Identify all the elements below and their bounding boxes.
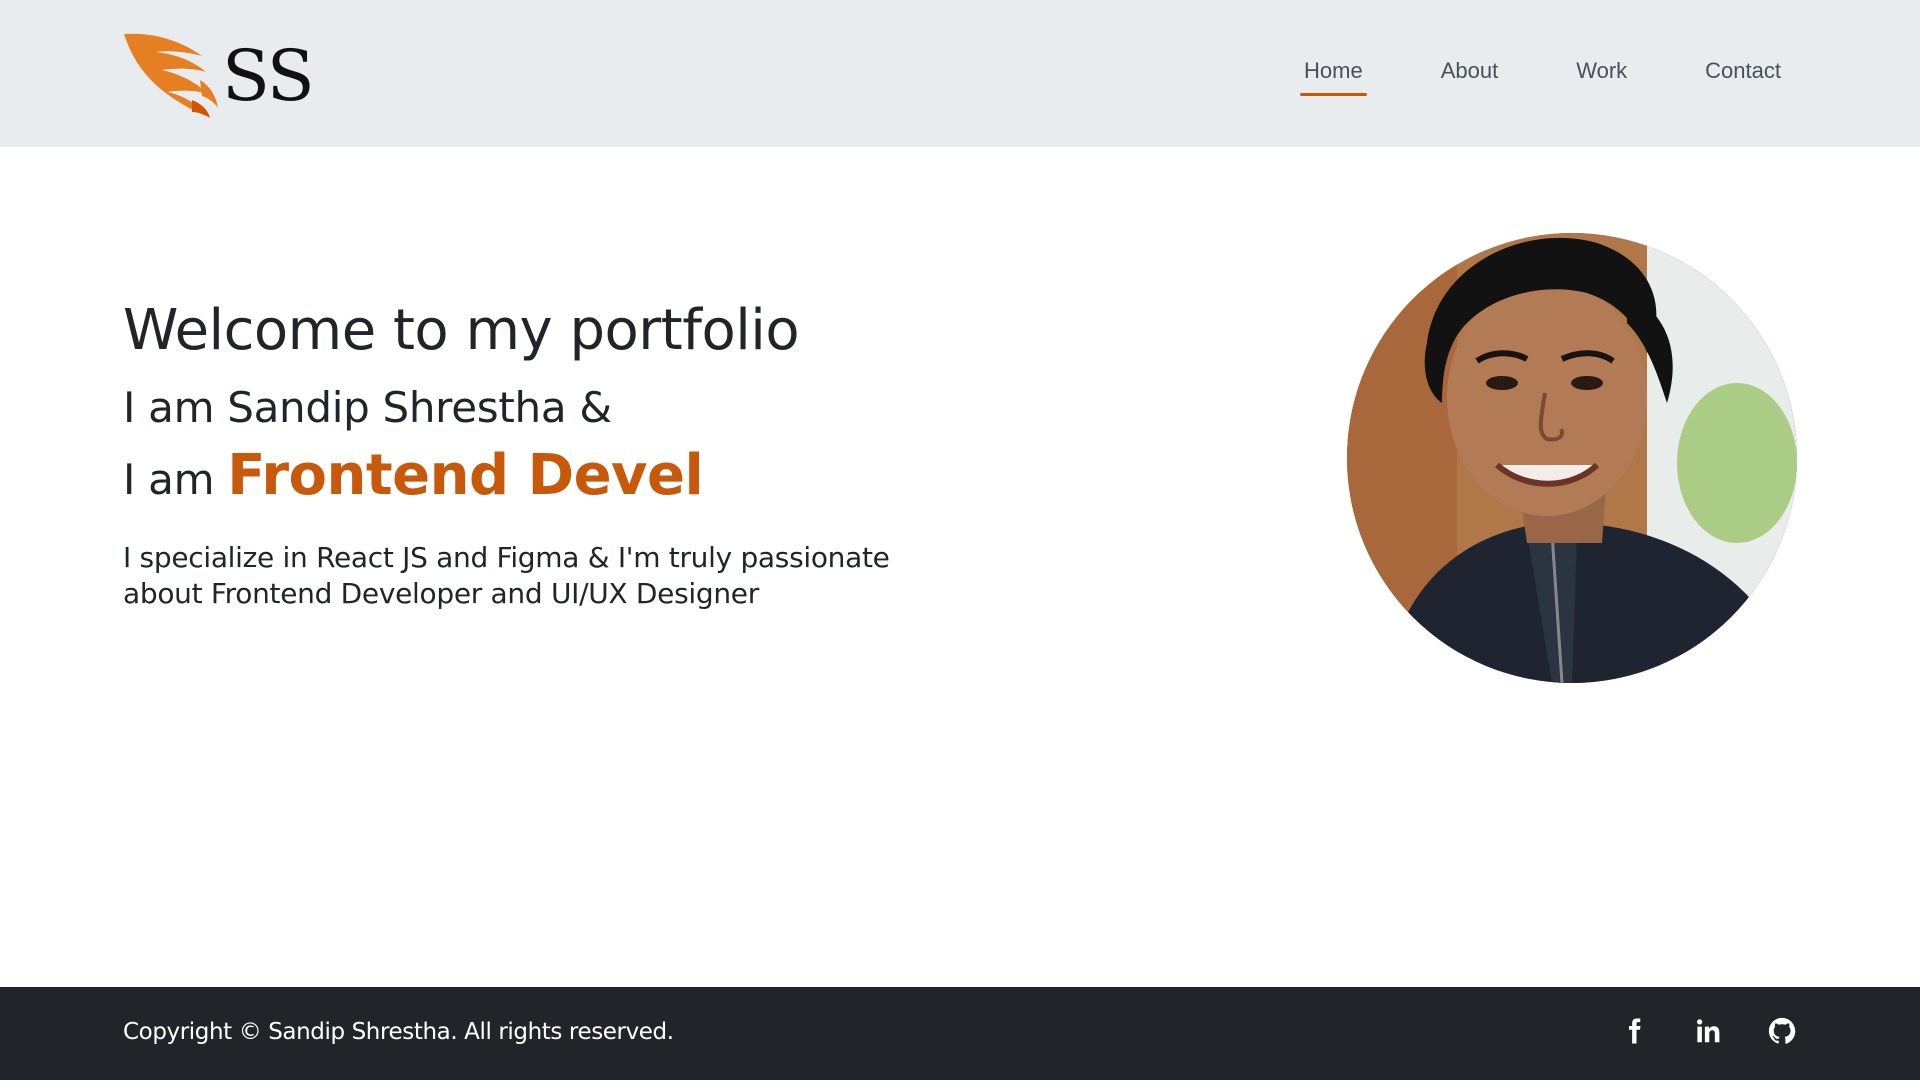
intro-role-prefix: I am bbox=[123, 455, 228, 504]
profile-photo-illustration bbox=[1347, 233, 1797, 683]
nav-item-about[interactable]: About bbox=[1437, 46, 1503, 94]
wing-logo-icon bbox=[124, 33, 218, 118]
welcome-heading: Welcome to my portfolio bbox=[123, 298, 800, 363]
hero-tagline: I specialize in React JS and Figma & I'm… bbox=[123, 541, 890, 610]
nav-item-work[interactable]: Work bbox=[1572, 46, 1631, 94]
typed-role-text: Frontend Devel bbox=[227, 443, 704, 508]
intro-name: I am Sandip Shrestha & bbox=[123, 383, 612, 432]
social-links bbox=[1618, 1015, 1798, 1047]
intro-role: I am Frontend Devel bbox=[123, 444, 983, 512]
copyright-text: Copyright © Sandip Shrestha. All rights … bbox=[123, 1019, 674, 1045]
brand-logo[interactable]: SS bbox=[122, 28, 315, 120]
nav-item-home[interactable]: Home bbox=[1300, 46, 1367, 96]
hero-text: Welcome to my portfolio I am Sandip Shre… bbox=[123, 296, 983, 612]
linkedin-icon[interactable] bbox=[1692, 1015, 1724, 1047]
nav-item-contact[interactable]: Contact bbox=[1701, 46, 1785, 94]
logo-text: SS bbox=[222, 35, 315, 117]
site-footer: Copyright © Sandip Shrestha. All rights … bbox=[0, 987, 1920, 1080]
main-nav: Home About Work Contact bbox=[1300, 46, 1785, 96]
facebook-icon[interactable] bbox=[1618, 1015, 1650, 1047]
site-header: SS Home About Work Contact bbox=[0, 0, 1920, 147]
profile-photo bbox=[1347, 233, 1797, 683]
github-icon[interactable] bbox=[1766, 1015, 1798, 1047]
